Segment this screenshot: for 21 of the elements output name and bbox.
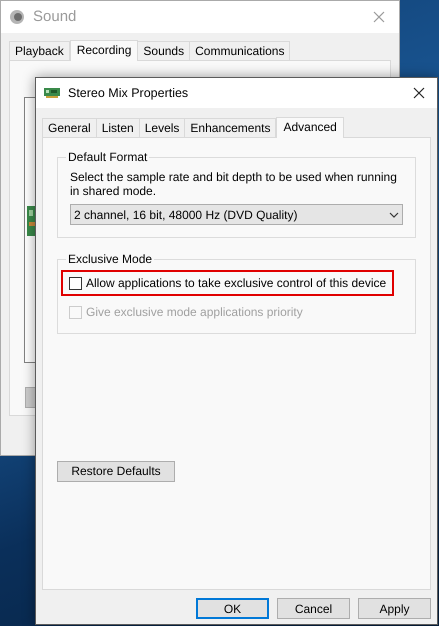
tab[interactable]: Enhancements bbox=[184, 118, 276, 137]
group-heading: Exclusive Mode bbox=[67, 251, 154, 268]
tab[interactable]: Communications bbox=[189, 41, 290, 60]
tab[interactable]: Advanced bbox=[276, 117, 344, 138]
window-title: Sound bbox=[33, 6, 76, 27]
restore-defaults-button[interactable]: Restore Defaults bbox=[57, 460, 175, 482]
checkbox[interactable] bbox=[69, 276, 82, 290]
tab[interactable]: Recording bbox=[70, 40, 138, 61]
sound-card-icon bbox=[44, 88, 60, 98]
dialog-title: Stereo Mix Properties bbox=[68, 84, 188, 102]
format-description: Select the sample rate and bit depth to be used when running in shared mode. bbox=[70, 170, 398, 198]
dialog-button[interactable]: Apply bbox=[358, 598, 431, 619]
group-heading: Default Format bbox=[67, 149, 148, 166]
dialog-button[interactable]: Cancel bbox=[277, 598, 350, 619]
tab[interactable]: General bbox=[42, 118, 97, 137]
close-icon[interactable] bbox=[413, 87, 425, 99]
checkbox-option[interactable]: Allow applications to take exclusive control of this device bbox=[69, 274, 386, 292]
format-dropdown[interactable]: 2 channel, 16 bit, 48000 Hz (DVD Quality) bbox=[70, 204, 403, 225]
dialog-button[interactable]: OK bbox=[196, 598, 269, 619]
chevron-down-icon bbox=[389, 212, 399, 218]
tab[interactable]: Playback bbox=[9, 41, 70, 60]
